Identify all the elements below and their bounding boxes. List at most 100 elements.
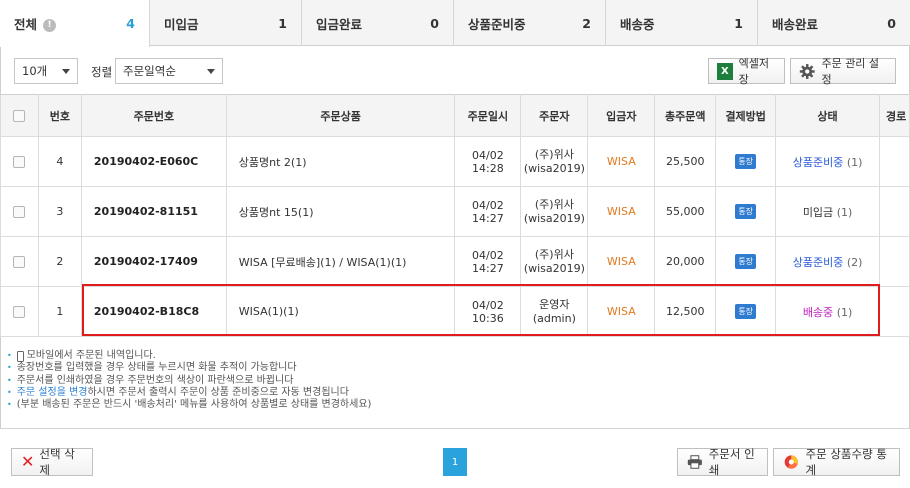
status-count: (2) [846,255,863,269]
sort-select[interactable]: 주문일역순 [115,58,223,84]
status-cell[interactable]: 상품준비중 (1) [775,136,880,187]
status-text[interactable]: 상품준비중 [793,256,844,269]
delete-selected-button[interactable]: ✕ 선택 삭제 [11,447,93,477]
status-cell[interactable]: 배송중 (1) [775,286,880,337]
header-amount: 총주문액 [654,94,717,137]
bank-transfer-badge: 통장 [735,204,757,219]
tab-count: 2 [582,15,591,31]
order-number-link[interactable]: 20190402-E060C [80,136,227,187]
pagination-page-1[interactable]: 1 [443,448,467,476]
note-item: • (부분 배송된 주문은 반드시 '배송처리' 메뉴를 사용하여 상품별로 상태… [7,399,372,411]
buyer-name[interactable]: 운영자(admin) [520,286,589,337]
row-checkbox[interactable] [13,306,26,318]
print-orders-button[interactable]: 주문서 인쇄 [677,447,768,477]
header-no: 번호 [37,94,82,137]
table-row[interactable]: 4 20190402-E060C 상품명nt 2(1) 04/02 14:28 … [0,136,910,187]
pie-chart-icon [784,455,798,469]
path-cell [878,136,910,187]
header-payment: 결제방법 [715,94,777,137]
row-checkbox[interactable] [13,206,26,218]
print-orders-label: 주문서 인쇄 [708,447,755,477]
excel-export-button[interactable]: X 엑셀저장 [708,57,785,86]
order-settings-label: 주문 관리 설정 [821,57,880,86]
header-date: 주문일시 [454,94,522,137]
order-amount: 12,500 [654,286,717,337]
status-text[interactable]: 미입금 [803,206,833,219]
tab-all[interactable]: 전체! 4 [0,0,150,47]
header-buyer: 주문자 [520,94,589,137]
depositor-name: WISA [587,286,656,337]
payment-cell: 통장 [715,186,777,237]
table-row[interactable]: 3 20190402-81151 상품명nt 15(1) 04/02 14:27… [0,186,910,237]
product-name: 상품명nt 2(1) [225,136,456,187]
order-date: 04/02 10:36 [454,286,522,337]
order-stats-button[interactable]: 주문 상품수량 통계 [773,447,900,477]
buyer-name[interactable]: (주)위사(wisa2019) [520,136,589,187]
tab-label: 배송완료 [772,16,819,32]
payment-cell: 통장 [715,286,777,337]
info-icon[interactable]: ! [43,19,57,32]
buyer-name[interactable]: (주)위사(wisa2019) [520,236,589,287]
tab-unpaid[interactable]: 미입금 1 [150,0,302,46]
sort-value: 주문일역순 [123,64,176,78]
row-no: 3 [37,186,82,237]
tab-label: 미입금 [164,16,199,32]
close-icon: ✕ [21,452,35,471]
status-cell[interactable]: 상품준비중 (2) [775,236,880,287]
page-size-select[interactable]: 10개 [14,58,78,84]
note-item: • 주문서를 인쇄하였을 경우 주문번호의 색상이 파란색으로 바뀝니다 [7,374,294,386]
bank-transfer-badge: 통장 [735,154,757,169]
note-text: 하시면 주문서 출력시 주문이 상품 준비중으로 자동 변경됩니다 [87,386,349,398]
bank-transfer-badge: 통장 [735,304,757,319]
note-text: 송장번호를 입력했을 경우 상태를 누르시면 화물 추적이 가능합니다 [16,362,297,374]
tab-count: 4 [126,16,135,31]
sort-label: 정렬 [91,65,113,79]
path-cell [878,236,910,287]
status-text[interactable]: 배송중 [803,306,833,319]
order-settings-button[interactable]: 주문 관리 설정 [790,57,896,86]
select-all-checkbox[interactable] [13,110,26,122]
status-count: (1) [836,305,853,319]
order-date: 04/02 14:28 [454,136,522,187]
order-amount: 55,000 [654,186,717,237]
order-number-link[interactable]: 20190402-81151 [80,186,227,237]
row-checkbox[interactable] [13,256,26,268]
note-text: 모바일에서 주문된 내역입니다. [26,350,156,361]
status-count: (1) [846,155,863,169]
bank-transfer-badge: 통장 [735,254,757,269]
status-text[interactable]: 상품준비중 [793,156,844,169]
note-item: • 송장번호를 입력했을 경우 상태를 누르시면 화물 추적이 가능합니다 [7,362,297,374]
order-table: 번호 주문번호 주문상품 주문일시 주문자 입금자 총주문액 결제방법 상태 경… [0,94,910,337]
header-product: 주문상품 [225,94,456,137]
tab-paid[interactable]: 입금완료 0 [302,0,454,46]
buyer-name[interactable]: (주)위사(wisa2019) [520,186,589,237]
tab-label: 전체 [14,17,38,32]
header-select-all[interactable] [0,94,39,137]
tab-count: 1 [278,15,287,31]
depositor-name: WISA [587,186,656,237]
order-amount: 25,500 [654,136,717,187]
tab-preparing[interactable]: 상품준비중 2 [454,0,606,46]
order-settings-link[interactable]: 주문 설정을 변경 [17,387,88,399]
tab-shipping[interactable]: 배송중 1 [606,0,758,46]
tab-count: 0 [887,15,896,31]
row-checkbox[interactable] [13,156,26,168]
tab-label: 입금완료 [316,16,363,32]
order-number-link[interactable]: 20190402-B18C8 [80,286,227,337]
product-name: 상품명nt 15(1) [225,186,456,237]
header-path: 경로 [878,94,910,137]
tab-delivered[interactable]: 배송완료 0 [758,0,910,46]
chevron-down-icon [207,69,215,74]
mobile-icon [16,350,24,362]
tab-count: 1 [734,15,743,31]
header-depositor: 입금자 [587,94,656,137]
order-date: 04/02 14:27 [454,236,522,287]
table-row[interactable]: 2 20190402-17409 WISA [무료배송](1) / WISA(1… [0,236,910,287]
product-name: WISA [무료배송](1) / WISA(1)(1) [225,236,456,287]
order-number-link[interactable]: 20190402-17409 [80,236,227,287]
status-cell[interactable]: 미입금 (1) [775,186,880,237]
printer-icon [687,455,702,469]
table-row[interactable]: 1 20190402-B18C8 WISA(1)(1) 04/02 10:36 … [0,286,910,337]
path-cell [878,186,910,237]
note-text: (부분 배송된 주문은 반드시 '배송처리' 메뉴를 사용하여 상품별로 상태를… [16,399,372,411]
